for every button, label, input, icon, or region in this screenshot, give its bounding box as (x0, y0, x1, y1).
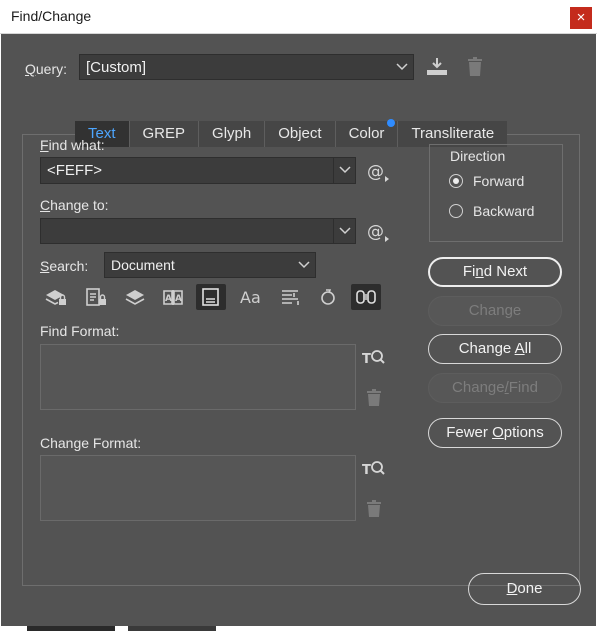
tab-color[interactable]: Color (335, 119, 399, 147)
background-image (128, 626, 216, 631)
forward-radio[interactable]: Forward (449, 171, 559, 193)
forward-label: Forward (473, 173, 525, 189)
close-icon: × (576, 9, 586, 26)
done-button[interactable]: Done (468, 573, 581, 605)
specify-change-format-icon[interactable]: T (362, 459, 386, 481)
backward-label: Backward (473, 203, 535, 219)
clear-find-format-icon[interactable] (365, 388, 383, 408)
forward-radio-circle[interactable] (449, 174, 463, 188)
direction-title: Direction (450, 148, 506, 164)
tab-object[interactable]: Object (265, 121, 336, 147)
kana-sensitive-icon[interactable] (313, 284, 343, 310)
tab-glyph[interactable]: Glyph (199, 121, 266, 147)
full-half-width-icon[interactable] (351, 284, 381, 310)
find-change-dialog: Query: [Custom] Text GREP Glyph Object C… (1, 34, 596, 626)
modified-indicator-dot (387, 119, 396, 127)
find-what-input[interactable]: <FEFF> (40, 157, 356, 184)
backward-radio[interactable]: Backward (449, 201, 559, 223)
radio-selected-dot (453, 178, 459, 184)
chevron-down-icon (293, 253, 315, 277)
change-format-label: Change Format: (40, 435, 142, 451)
clear-change-format-icon[interactable] (365, 499, 383, 519)
svg-text:A: A (175, 294, 182, 304)
svg-text:T: T (362, 352, 371, 367)
change-to-input[interactable] (40, 218, 356, 244)
search-label: Search: (40, 258, 89, 274)
find-next-button[interactable]: Find Next (428, 257, 562, 287)
svg-text:@: @ (367, 222, 384, 242)
change-button[interactable]: Change (428, 296, 562, 326)
find-format-box[interactable] (40, 344, 356, 410)
find-what-value: <FEFF> (47, 162, 103, 179)
whole-word-icon[interactable] (276, 284, 306, 310)
chevron-down-icon (391, 55, 413, 79)
query-value: [Custom] (86, 59, 147, 76)
change-to-label: Change to: (40, 197, 109, 213)
window-title: Find/Change (11, 8, 92, 24)
change-all-button[interactable]: Change All (428, 334, 562, 364)
query-select[interactable]: [Custom] (79, 54, 414, 80)
special-characters-change-icon[interactable]: @ (366, 221, 390, 243)
search-scope-select[interactable]: Document (104, 252, 316, 278)
chevron-down-icon[interactable] (333, 158, 355, 183)
title-bar: Find/Change × (0, 0, 597, 34)
background-image (27, 626, 115, 631)
search-scope-value: Document (111, 257, 175, 273)
save-query-icon[interactable] (425, 56, 449, 78)
special-characters-find-icon[interactable]: @ (366, 161, 390, 183)
change-find-button[interactable]: Change/Find (428, 373, 562, 403)
backward-radio-circle[interactable] (449, 204, 463, 218)
find-what-label: Find what: (40, 137, 105, 153)
tab-grep[interactable]: GREP (129, 121, 200, 147)
svg-text:Aa: Aa (240, 288, 261, 307)
find-format-label: Find Format: (40, 323, 120, 339)
chevron-down-icon[interactable] (333, 219, 355, 243)
query-label: Query: (25, 61, 68, 77)
delete-query-icon[interactable] (465, 56, 485, 78)
change-format-box[interactable] (40, 455, 356, 521)
include-master-pages-icon[interactable]: AA (158, 284, 188, 310)
include-locked-layers-icon[interactable] (41, 284, 71, 310)
close-button[interactable]: × (570, 7, 592, 29)
specify-find-format-icon[interactable]: T (362, 348, 386, 370)
svg-text:@: @ (367, 162, 384, 182)
include-hidden-layers-icon[interactable] (120, 284, 150, 310)
svg-text:T: T (362, 463, 371, 478)
direction-group: Direction Forward Backward (429, 144, 563, 242)
svg-text:A: A (165, 294, 172, 304)
case-sensitive-icon[interactable]: Aa (236, 284, 266, 310)
include-footnotes-icon[interactable] (196, 284, 226, 310)
include-locked-stories-icon[interactable] (81, 284, 111, 310)
fewer-options-button[interactable]: Fewer Options (428, 418, 562, 448)
background-document (0, 626, 597, 631)
